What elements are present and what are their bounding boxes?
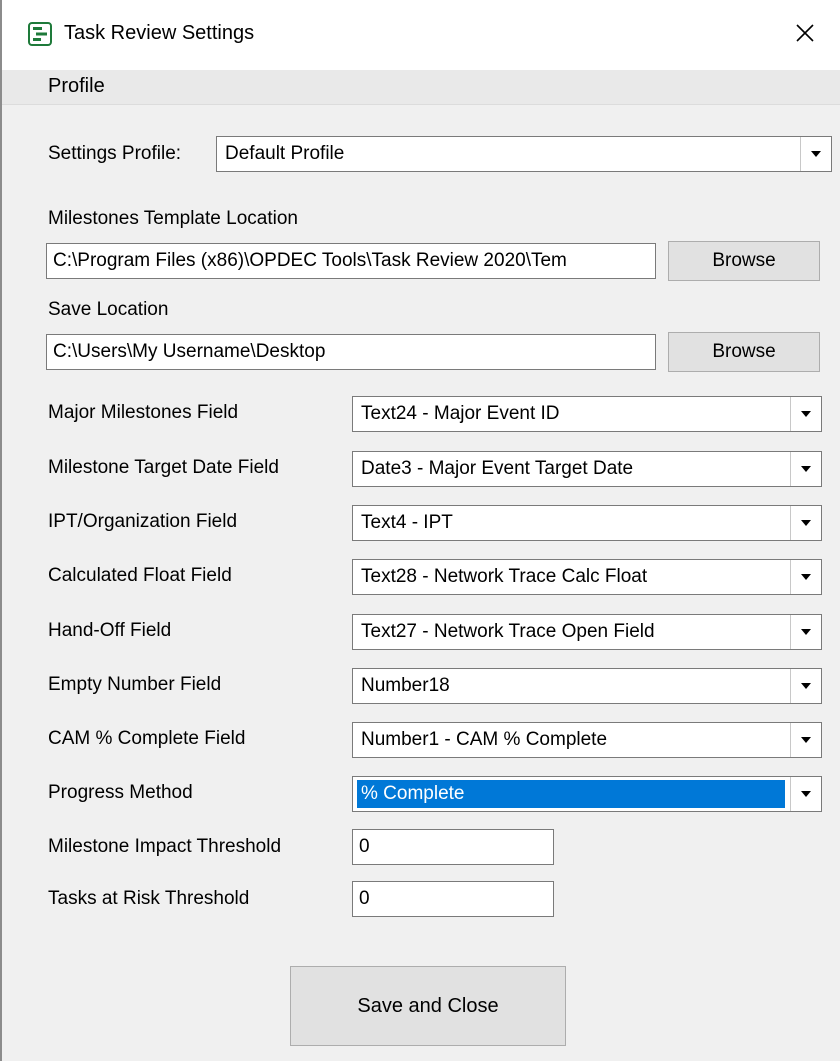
dropdown-arrow-icon[interactable] bbox=[790, 777, 821, 811]
milestone-target-date-field-value: Date3 - Major Event Target Date bbox=[361, 458, 634, 479]
milestone-impact-threshold-input[interactable]: 0 bbox=[352, 829, 554, 865]
progress-method-value: % Complete bbox=[357, 780, 785, 808]
gantt-app-icon bbox=[28, 22, 52, 46]
title-bar: Task Review Settings bbox=[2, 0, 840, 70]
milestones-template-input[interactable]: C:\Program Files (x86)\OPDEC Tools\Task … bbox=[46, 243, 656, 279]
major-milestones-field-select[interactable]: Text24 - Major Event ID bbox=[352, 396, 822, 432]
ipt-organization-field-value: Text4 - IPT bbox=[361, 512, 453, 533]
settings-profile-select[interactable]: Default Profile bbox=[216, 136, 832, 172]
save-location-label: Save Location bbox=[48, 299, 169, 320]
milestones-template-browse-button[interactable]: Browse bbox=[668, 241, 820, 281]
ipt-organization-field-label: IPT/Organization Field bbox=[48, 511, 238, 532]
save-and-close-button[interactable]: Save and Close bbox=[290, 966, 566, 1046]
empty-number-field-value: Number18 bbox=[361, 675, 450, 696]
calculated-float-field-select[interactable]: Text28 - Network Trace Calc Float bbox=[352, 559, 822, 595]
close-button[interactable] bbox=[770, 0, 840, 70]
ipt-organization-field-select[interactable]: Text4 - IPT bbox=[352, 505, 822, 541]
milestone-target-date-field-select[interactable]: Date3 - Major Event Target Date bbox=[352, 451, 822, 487]
progress-method-select[interactable]: % Complete bbox=[352, 776, 822, 812]
cam-complete-field-label: CAM % Complete Field bbox=[48, 728, 246, 749]
dropdown-arrow-icon[interactable] bbox=[800, 137, 831, 171]
milestone-impact-threshold-label: Milestone Impact Threshold bbox=[48, 836, 282, 857]
cam-complete-field-select[interactable]: Number1 - CAM % Complete bbox=[352, 722, 822, 758]
hand-off-field-select[interactable]: Text27 - Network Trace Open Field bbox=[352, 614, 822, 650]
calculated-float-field-label: Calculated Float Field bbox=[48, 565, 232, 586]
hand-off-field-label: Hand-Off Field bbox=[48, 620, 172, 641]
empty-number-field-select[interactable]: Number18 bbox=[352, 668, 822, 704]
major-milestones-field-value: Text24 - Major Event ID bbox=[361, 403, 560, 424]
settings-profile-label: Settings Profile: bbox=[48, 143, 182, 164]
window-title: Task Review Settings bbox=[64, 22, 255, 44]
task-review-settings-window: Task Review Settings Profile Settings Pr… bbox=[0, 0, 840, 1061]
dropdown-arrow-icon[interactable] bbox=[790, 452, 821, 486]
cam-complete-field-value: Number1 - CAM % Complete bbox=[361, 729, 608, 750]
dropdown-arrow-icon[interactable] bbox=[790, 397, 821, 431]
progress-method-label: Progress Method bbox=[48, 782, 193, 803]
dropdown-arrow-icon[interactable] bbox=[790, 615, 821, 649]
save-location-browse-button[interactable]: Browse bbox=[668, 332, 820, 372]
menu-bar: Profile bbox=[2, 70, 840, 105]
milestones-template-label: Milestones Template Location bbox=[48, 208, 298, 229]
calculated-float-field-value: Text28 - Network Trace Calc Float bbox=[361, 566, 648, 587]
close-icon bbox=[794, 22, 816, 49]
major-milestones-field-label: Major Milestones Field bbox=[48, 402, 239, 423]
hand-off-field-value: Text27 - Network Trace Open Field bbox=[361, 621, 655, 642]
tasks-at-risk-threshold-input[interactable]: 0 bbox=[352, 881, 554, 917]
dropdown-arrow-icon[interactable] bbox=[790, 560, 821, 594]
settings-profile-value: Default Profile bbox=[225, 143, 345, 164]
tasks-at-risk-threshold-label: Tasks at Risk Threshold bbox=[48, 888, 250, 909]
menu-item-profile[interactable]: Profile bbox=[48, 75, 105, 98]
dropdown-arrow-icon[interactable] bbox=[790, 506, 821, 540]
empty-number-field-label: Empty Number Field bbox=[48, 674, 222, 695]
dropdown-arrow-icon[interactable] bbox=[790, 723, 821, 757]
dropdown-arrow-icon[interactable] bbox=[790, 669, 821, 703]
milestone-target-date-field-label: Milestone Target Date Field bbox=[48, 457, 279, 478]
save-location-input[interactable]: C:\Users\My Username\Desktop bbox=[46, 334, 656, 370]
